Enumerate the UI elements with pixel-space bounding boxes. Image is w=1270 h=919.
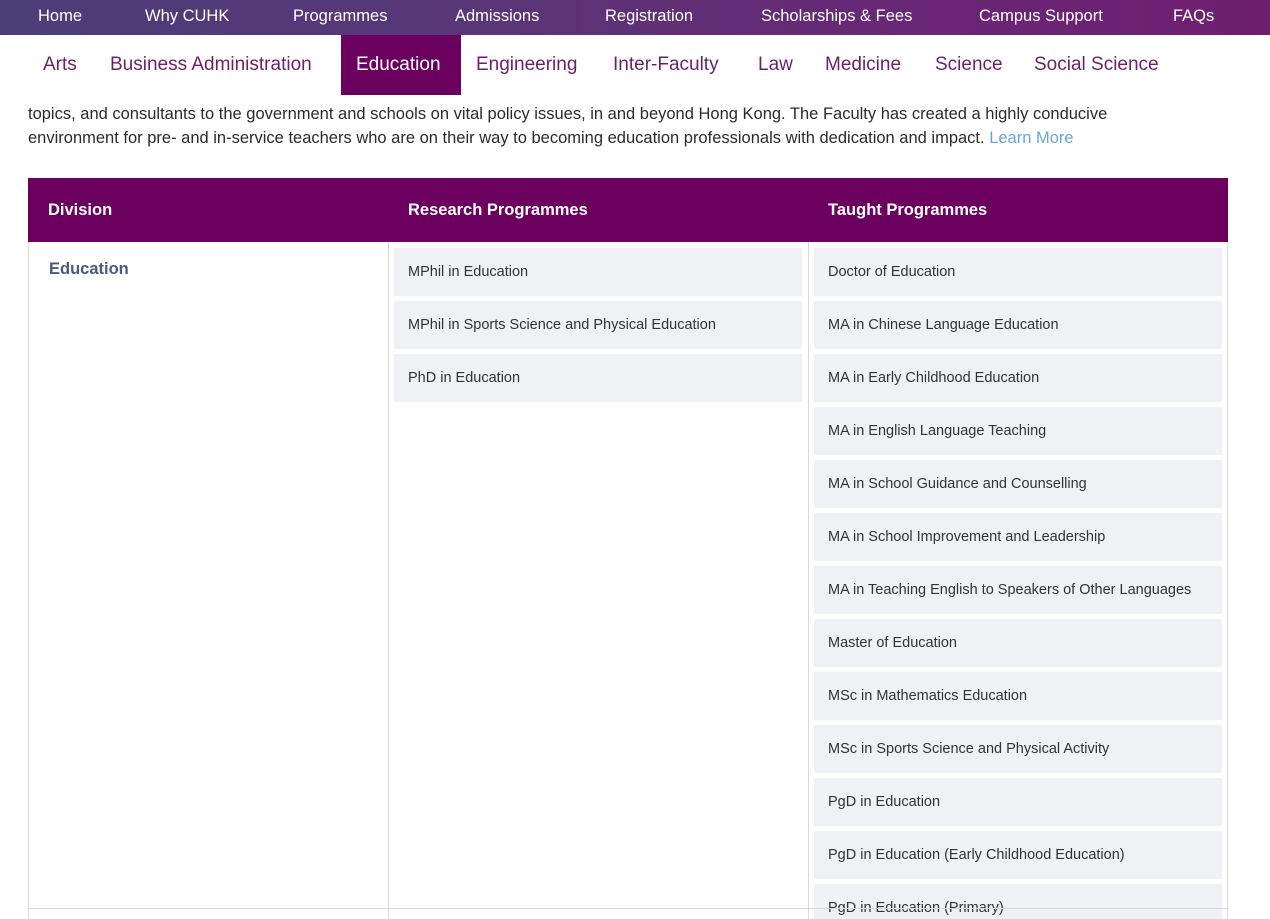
tab-education[interactable]: Education <box>341 35 461 95</box>
taught-programme-item[interactable]: MSc in Mathematics Education <box>814 672 1222 720</box>
tab-business-administration[interactable]: Business Administration <box>95 35 327 95</box>
nav-scholarships-fees[interactable]: Scholarships & Fees <box>761 0 912 35</box>
learn-more-link[interactable]: Learn More <box>989 129 1073 147</box>
nav-why-cuhk[interactable]: Why CUHK <box>145 0 229 35</box>
header-division: Division <box>48 201 113 219</box>
table-header: Division Research Programmes Taught Prog… <box>28 178 1228 242</box>
research-programme-item[interactable]: MPhil in Sports Science and Physical Edu… <box>394 301 802 349</box>
taught-programme-item[interactable]: Doctor of Education <box>814 248 1222 296</box>
nav-programmes[interactable]: Programmes <box>293 0 387 35</box>
taught-programme-item[interactable]: MA in Early Childhood Education <box>814 354 1222 402</box>
taught-programme-item[interactable]: MA in School Guidance and Counselling <box>814 460 1222 508</box>
nav-home[interactable]: Home <box>38 0 82 35</box>
research-programme-item[interactable]: MPhil in Education <box>394 248 802 296</box>
taught-programme-item[interactable]: PgD in Education (Primary) <box>814 884 1222 919</box>
taught-programme-item[interactable]: MSc in Sports Science and Physical Activ… <box>814 725 1222 773</box>
tab-law[interactable]: Law <box>743 35 808 95</box>
taught-programme-item[interactable]: MA in Chinese Language Education <box>814 301 1222 349</box>
top-nav: Home Why CUHK Programmes Admissions Regi… <box>0 0 1270 35</box>
column-divider <box>808 242 809 919</box>
nav-campus-support[interactable]: Campus Support <box>979 0 1103 35</box>
nav-registration[interactable]: Registration <box>605 0 693 35</box>
taught-programme-item[interactable]: MA in School Improvement and Leadership <box>814 513 1222 561</box>
intro-line-3-text: environment for pre- and in-service teac… <box>28 129 985 147</box>
tab-arts[interactable]: Arts <box>28 35 92 95</box>
tab-inter-faculty[interactable]: Inter-Faculty <box>598 35 734 95</box>
intro-line-2: topics, and consultants to the governmen… <box>28 105 1108 123</box>
table-body: Education MPhil in Education MPhil in Spo… <box>28 242 1229 919</box>
tab-engineering[interactable]: Engineering <box>461 35 592 95</box>
header-research-programmes: Research Programmes <box>408 201 588 219</box>
nav-admissions[interactable]: Admissions <box>455 0 539 35</box>
research-programme-list: MPhil in Education MPhil in Sports Scienc… <box>394 248 802 407</box>
taught-programme-item[interactable]: PgD in Education (Early Childhood Educat… <box>814 831 1222 879</box>
taught-programme-list: Doctor of Education MA in Chinese Languag… <box>814 248 1222 919</box>
faculty-tabs: Arts Business Administration Education E… <box>0 35 1270 95</box>
tab-science[interactable]: Science <box>920 35 1018 95</box>
table-bottom-border <box>29 908 1229 909</box>
division-name: Education <box>49 260 129 278</box>
column-divider <box>388 242 389 919</box>
research-programme-item[interactable]: PhD in Education <box>394 354 802 402</box>
tab-social-science[interactable]: Social Science <box>1019 35 1174 95</box>
taught-programme-item[interactable]: MA in English Language Teaching <box>814 407 1222 455</box>
taught-programme-item[interactable]: MA in Teaching English to Speakers of Ot… <box>814 566 1222 614</box>
intro-line-3: environment for pre- and in-service teac… <box>28 126 1228 150</box>
taught-programme-item[interactable]: PgD in Education <box>814 778 1222 826</box>
nav-faqs[interactable]: FAQs <box>1173 0 1214 35</box>
programme-table: Division Research Programmes Taught Prog… <box>28 178 1229 919</box>
taught-programme-item[interactable]: Master of Education <box>814 619 1222 667</box>
header-taught-programmes: Taught Programmes <box>828 201 988 219</box>
tab-medicine[interactable]: Medicine <box>810 35 916 95</box>
